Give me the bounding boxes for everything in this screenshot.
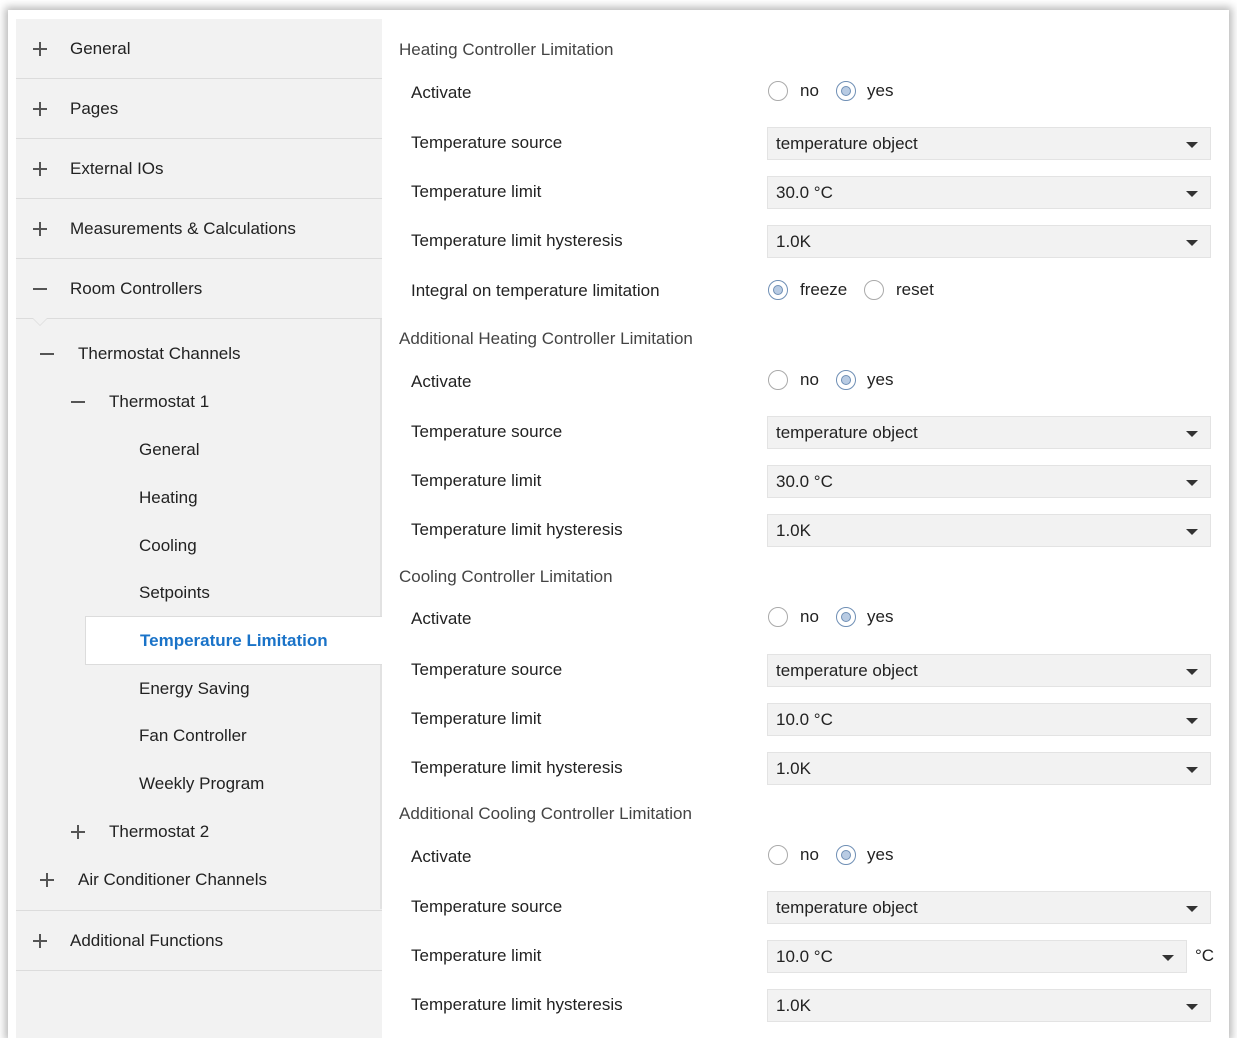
room-controllers-subtree: Thermostat Channels Thermostat 1 General… — [16, 318, 384, 909]
sidebar-item-additional-functions[interactable]: Additional Functions — [16, 910, 382, 971]
sidebar-item-label: Pages — [70, 98, 119, 118]
temperature-limit-label: Temperature limit — [411, 182, 542, 201]
temperature-source-select[interactable]: temperature object — [767, 127, 1211, 160]
tree-item-air-conditioner-channels[interactable]: Air Conditioner Channels — [40, 865, 360, 895]
radio-no[interactable] — [768, 845, 788, 865]
section-title: Cooling Controller Limitation — [399, 567, 613, 586]
sidebar-item-label: Room Controllers — [70, 278, 203, 298]
tree-item-label: Thermostat 1 — [109, 392, 210, 411]
caret-down-icon — [1186, 529, 1198, 535]
temperature-limit-label: Temperature limit — [411, 471, 542, 490]
hysteresis-select[interactable]: 1.0K — [767, 514, 1211, 547]
tree-item-thermostat-channels[interactable]: Thermostat Channels — [40, 339, 360, 369]
radio-freeze[interactable] — [768, 280, 788, 300]
temperature-source-select[interactable]: temperature object — [767, 416, 1211, 449]
temperature-source-label: Temperature source — [411, 660, 563, 679]
caret-down-icon — [1186, 906, 1198, 912]
temperature-source-label: Temperature source — [411, 133, 563, 152]
radio-reset[interactable] — [864, 280, 884, 300]
hysteresis-label: Temperature limit hysteresis — [411, 231, 623, 250]
caret-down-icon — [1186, 718, 1198, 724]
activate-label: Activate — [411, 372, 472, 391]
section-title: Heating Controller Limitation — [399, 40, 614, 59]
temperature-limit-select[interactable]: 10.0 °C — [767, 940, 1187, 973]
temperature-unit: °C — [1195, 946, 1215, 965]
caret-down-icon — [1186, 431, 1198, 437]
section-title: Additional Heating Controller Limitation — [399, 329, 693, 348]
caret-down-icon — [1186, 142, 1198, 148]
minus-icon — [33, 282, 47, 296]
plus-icon — [33, 101, 47, 116]
tree-item-weekly-program[interactable]: Weekly Program — [139, 769, 359, 799]
radio-no[interactable] — [768, 607, 788, 627]
temperature-source-label: Temperature source — [411, 897, 563, 916]
tree-item-energy-saving[interactable]: Energy Saving — [139, 674, 359, 704]
caret-down-icon — [1162, 955, 1174, 961]
tree-item-fan-controller[interactable]: Fan Controller — [139, 721, 359, 751]
radio-yes[interactable] — [836, 370, 856, 390]
hysteresis-label: Temperature limit hysteresis — [411, 995, 623, 1014]
activate-label: Activate — [411, 847, 472, 866]
temperature-limit-select[interactable]: 30.0 °C — [767, 465, 1211, 498]
tree-item-thermostat-1[interactable]: Thermostat 1 — [71, 387, 361, 417]
temperature-limit-select[interactable]: 10.0 °C — [767, 703, 1211, 736]
caret-down-icon — [1186, 767, 1198, 773]
caret-down-icon — [1186, 191, 1198, 197]
temperature-limit-select[interactable]: 30.0 °C — [767, 176, 1211, 209]
tree-item-temperature-limitation[interactable]: Temperature Limitation — [85, 616, 384, 665]
plus-icon — [71, 825, 85, 839]
temperature-source-select[interactable]: temperature object — [767, 654, 1211, 687]
plus-icon — [33, 161, 47, 176]
integral-label: Integral on temperature limitation — [411, 281, 660, 300]
caret-down-icon — [1186, 669, 1198, 675]
sidebar-item-external-ios[interactable]: External IOs — [16, 139, 382, 199]
radio-yes[interactable] — [836, 81, 856, 101]
hysteresis-select[interactable]: 1.0K — [767, 225, 1211, 258]
sidebar-item-label: Additional Functions — [70, 930, 224, 950]
activate-label: Activate — [411, 83, 472, 102]
plus-icon — [33, 221, 47, 236]
tree-item-thermostat-2[interactable]: Thermostat 2 — [71, 817, 361, 847]
hysteresis-select[interactable]: 1.0K — [767, 989, 1211, 1022]
sidebar-item-general[interactable]: General — [16, 19, 382, 79]
sidebar-item-label: External IOs — [70, 158, 164, 178]
caret-down-icon — [1186, 1004, 1198, 1010]
temperature-limit-label: Temperature limit — [411, 709, 542, 728]
sidebar: General Pages External IOs Measurements … — [16, 19, 384, 1038]
plus-icon — [33, 41, 47, 56]
parameter-panel: Heating Controller Limitation Activate n… — [382, 19, 1228, 1038]
tree-item-general[interactable]: General — [139, 435, 359, 465]
tree-item-label: Thermostat Channels — [78, 344, 241, 363]
tree-item-label: Air Conditioner Channels — [78, 870, 267, 889]
temperature-limit-label: Temperature limit — [411, 946, 542, 965]
plus-icon — [33, 933, 47, 948]
tree-item-cooling[interactable]: Cooling — [139, 531, 359, 561]
sidebar-item-measurements[interactable]: Measurements & Calculations — [16, 199, 382, 259]
section-title: Additional Cooling Controller Limitation — [399, 804, 692, 823]
tree-item-heating[interactable]: Heating — [139, 483, 359, 513]
sidebar-item-label: General — [70, 38, 131, 58]
radio-no[interactable] — [768, 370, 788, 390]
activate-label: Activate — [411, 609, 472, 628]
radio-yes[interactable] — [836, 607, 856, 627]
sidebar-item-label: Measurements & Calculations — [70, 218, 296, 238]
caret-down-icon — [1186, 240, 1198, 246]
minus-icon — [40, 347, 54, 361]
radio-no[interactable] — [768, 81, 788, 101]
radio-yes[interactable] — [836, 845, 856, 865]
caret-down-icon — [1186, 480, 1198, 486]
temperature-source-label: Temperature source — [411, 422, 563, 441]
sidebar-item-pages[interactable]: Pages — [16, 79, 382, 139]
minus-icon — [71, 395, 85, 409]
sidebar-item-room-controllers[interactable]: Room Controllers — [16, 259, 382, 319]
tree-item-setpoints[interactable]: Setpoints — [139, 578, 359, 608]
temperature-source-select[interactable]: temperature object — [767, 891, 1211, 924]
hysteresis-label: Temperature limit hysteresis — [411, 520, 623, 539]
hysteresis-select[interactable]: 1.0K — [767, 752, 1211, 785]
hysteresis-label: Temperature limit hysteresis — [411, 758, 623, 777]
plus-icon — [40, 873, 54, 887]
tree-item-label: Thermostat 2 — [109, 822, 210, 841]
